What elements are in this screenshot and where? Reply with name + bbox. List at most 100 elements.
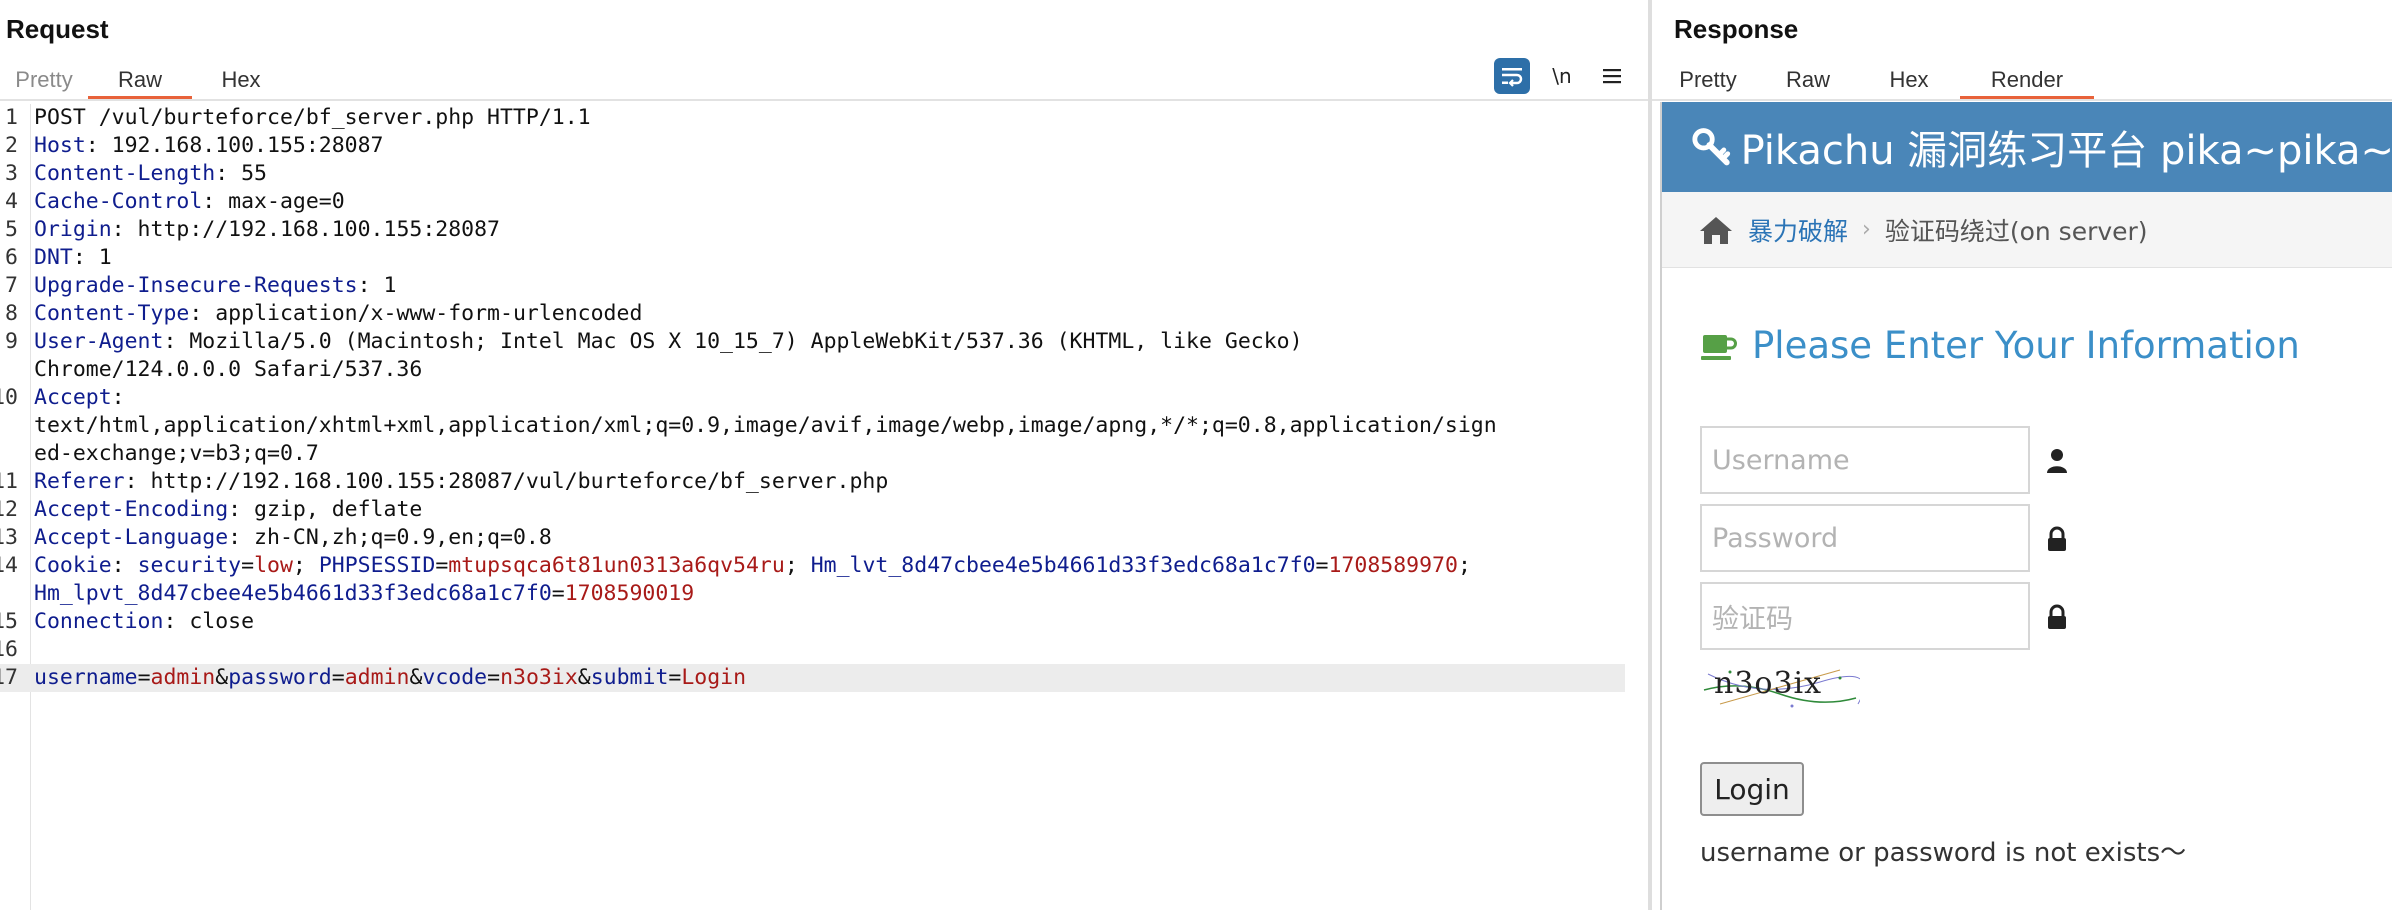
response-tab-pretty[interactable]: Pretty <box>1658 60 1758 100</box>
line-number: 4 <box>5 189 18 214</box>
username-input[interactable]: Username <box>1700 426 2030 494</box>
line-content: Upgrade-Insecure-Requests: 1 <box>34 272 396 300</box>
newline-toggle-icon[interactable]: \n <box>1544 58 1580 94</box>
code-line[interactable]: 14Cookie: security=low; PHPSESSID=mtupsq… <box>0 552 1625 580</box>
breadcrumb-link[interactable]: 暴力破解 <box>1748 212 1848 248</box>
response-tab-render[interactable]: Render <box>1960 60 2094 100</box>
line-content: text/html,application/xhtml+xml,applicat… <box>34 412 1497 440</box>
code-token: : http://192.168.100.155:28087/vul/burte… <box>124 469 889 494</box>
line-content: User-Agent: Mozilla/5.0 (Macintosh; Inte… <box>34 328 1303 356</box>
response-tabs: Pretty Raw Hex Render <box>1658 60 2094 100</box>
request-title: Request <box>6 14 109 44</box>
breadcrumb-current: 验证码绕过(on server) <box>1884 216 2148 246</box>
code-token: username <box>34 665 138 690</box>
line-number: 3 <box>5 161 18 186</box>
code-token: : gzip, deflate <box>228 497 423 522</box>
line-content: Accept-Encoding: gzip, deflate <box>34 496 422 524</box>
code-line[interactable]: 2 Host: 192.168.100.155:28087 <box>0 132 1625 160</box>
code-token: Upgrade-Insecure-Requests <box>34 273 358 298</box>
line-number: 17 <box>0 665 18 690</box>
code-line[interactable]: 8 Content-Type: application/x-www-form-ur… <box>0 300 1625 328</box>
code-line[interactable]: 13 Accept-Language: zh-CN,zh;q=0.9,en;q=0… <box>0 524 1625 552</box>
breadcrumb-separator: › <box>1862 217 1871 242</box>
code-token: 1708590019 <box>564 581 695 606</box>
line-content: Content-Length: 55 <box>34 160 267 188</box>
home-icon[interactable] <box>1698 214 1734 246</box>
code-line[interactable]: 10 Accept: <box>0 384 1625 412</box>
password-input[interactable]: Password <box>1700 504 2030 572</box>
line-content: Connection: close <box>34 608 254 636</box>
code-token: : 1 <box>357 273 397 298</box>
code-token: low <box>254 553 293 578</box>
request-panel: Request Pretty Raw Hex \n 1 POST /vul/bur… <box>0 0 1648 910</box>
code-token: = <box>137 665 151 690</box>
code-token: = <box>1315 553 1329 578</box>
key-icon <box>1692 128 1731 166</box>
code-line[interactable]: Chrome/124.0.0.0 Safari/537.36 <box>0 356 1625 384</box>
code-token: DNT <box>34 245 73 270</box>
code-line[interactable]: text/html,application/xhtml+xml,applicat… <box>0 412 1625 440</box>
code-line[interactable]: 4 Cache-Control: max-age=0 <box>0 188 1625 216</box>
line-content: Cache-Control: max-age=0 <box>34 188 345 216</box>
code-token: : 1 <box>72 245 112 270</box>
line-content: Hm_lpvt_8d47cbee4e5b4661d33f3edc68a1c7f0… <box>34 580 694 608</box>
code-token: Content-Type <box>34 301 190 326</box>
line-content: username=admin&password=admin&vcode=n3o3… <box>34 664 746 692</box>
line-number: 2 <box>5 133 18 158</box>
line-number: 10 <box>0 385 18 410</box>
captcha-image[interactable]: n3o3ix <box>1700 660 1860 712</box>
captcha-input[interactable]: 验证码 <box>1700 582 2030 650</box>
line-content: Accept-Language: zh-CN,zh;q=0.9,en;q=0.8 <box>34 524 552 552</box>
code-line[interactable]: 3 Content-Length: 55 <box>0 160 1625 188</box>
response-title: Response <box>1674 14 1799 44</box>
code-token: : <box>111 385 125 410</box>
code-token: text/html,application/xhtml+xml,applicat… <box>34 413 1497 438</box>
response-tab-hex[interactable]: Hex <box>1858 60 1960 100</box>
wrap-lines-icon[interactable] <box>1494 58 1530 94</box>
code-token: Hm_lvt_8d47cbee4e5b4661d33f3edc68a1c7f0 <box>810 553 1316 578</box>
code-line[interactable]: 12 Accept-Encoding: gzip, deflate <box>0 496 1625 524</box>
request-tab-divider <box>0 99 1648 101</box>
code-token: POST /vul/burteforce/bf_server.php HTTP/… <box>34 105 591 130</box>
code-line[interactable]: 11 Referer: http://192.168.100.155:28087/… <box>0 468 1625 496</box>
login-error-message: username or password is not exists～ <box>1700 838 2187 868</box>
code-line[interactable]: Hm_lpvt_8d47cbee4e5b4661d33f3edc68a1c7f0… <box>0 580 1625 608</box>
request-tab-pretty[interactable]: Pretty <box>0 60 88 100</box>
code-line[interactable]: 16 <box>0 636 1625 664</box>
code-line[interactable]: 17 username=admin&password=admin&vcode=n3… <box>0 664 1625 692</box>
code-token: ; <box>784 553 811 578</box>
line-number: 15 <box>0 609 18 634</box>
code-line[interactable]: 5 Origin: http://192.168.100.155:28087 <box>0 216 1625 244</box>
line-content: Chrome/124.0.0.0 Safari/537.36 <box>34 356 422 384</box>
code-token: = <box>241 553 255 578</box>
code-token: Content-Length <box>34 161 216 186</box>
code-token: vcode <box>422 665 488 690</box>
code-token: & <box>409 665 423 690</box>
response-tab-raw[interactable]: Raw <box>1758 60 1858 100</box>
code-line[interactable]: ed-exchange;v=b3;q=0.7 <box>0 440 1625 468</box>
menu-icon[interactable] <box>1594 58 1630 94</box>
code-token: = <box>487 665 501 690</box>
code-token: Host <box>34 133 86 158</box>
code-token: = <box>435 553 449 578</box>
line-content: DNT: 1 <box>34 244 112 272</box>
code-token: admin <box>344 665 410 690</box>
line-content: Host: 192.168.100.155:28087 <box>34 132 384 160</box>
login-button[interactable]: Login <box>1700 762 1804 816</box>
request-editor[interactable]: 1 POST /vul/burteforce/bf_server.php HTTP… <box>0 104 1648 910</box>
code-token: admin <box>150 665 216 690</box>
code-line[interactable]: 9 User-Agent: Mozilla/5.0 (Macintosh; Int… <box>0 328 1625 356</box>
request-tabs: Pretty Raw Hex <box>0 60 290 100</box>
code-line[interactable]: 15 Connection: close <box>0 608 1625 636</box>
code-token: = <box>668 665 682 690</box>
code-line[interactable]: 7 Upgrade-Insecure-Requests: 1 <box>0 272 1625 300</box>
code-line[interactable]: 6 DNT: 1 <box>0 244 1625 272</box>
request-tab-hex[interactable]: Hex <box>192 60 290 100</box>
code-token: = <box>551 581 565 606</box>
code-line[interactable]: 1 POST /vul/burteforce/bf_server.php HTTP… <box>0 104 1625 132</box>
request-tab-raw[interactable]: Raw <box>88 60 192 100</box>
code-token: Accept-Encoding <box>34 497 229 522</box>
code-token: & <box>577 665 591 690</box>
line-content: Accept: <box>34 384 125 412</box>
code-token: PHPSESSID <box>318 553 436 578</box>
